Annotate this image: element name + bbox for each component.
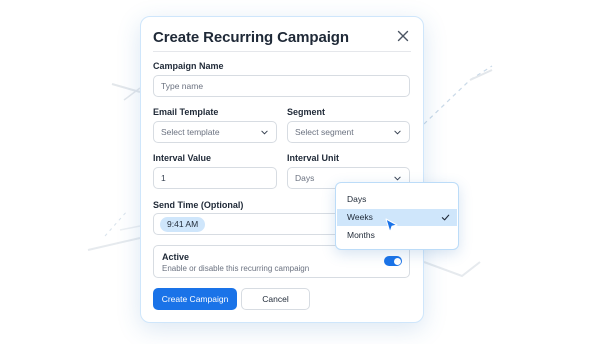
chevron-down-icon: [394, 176, 401, 181]
close-icon[interactable]: [397, 30, 409, 42]
title-divider: [153, 51, 411, 52]
segment-select[interactable]: Select segment: [287, 121, 410, 143]
campaign-name-label: Campaign Name: [153, 61, 224, 71]
dropdown-option-days[interactable]: Days: [337, 191, 457, 208]
modal-title: Create Recurring Campaign: [153, 29, 349, 46]
create-campaign-modal: Create Recurring Campaign Campaign Name …: [140, 16, 424, 323]
toggle-knob: [393, 257, 401, 265]
interval-unit-label: Interval Unit: [287, 153, 340, 163]
interval-unit-dropdown: Days Weeks Months: [335, 182, 459, 250]
chevron-down-icon: [394, 130, 401, 135]
send-time-chip[interactable]: 9:41 AM: [160, 217, 206, 232]
interval-value-label: Interval Value: [153, 153, 212, 163]
segment-placeholder: Select segment: [295, 127, 354, 137]
email-template-select[interactable]: Select template: [153, 121, 277, 143]
dropdown-option-weeks-label: Weeks: [347, 212, 373, 222]
interval-value-input[interactable]: 1: [153, 167, 277, 189]
active-toggle[interactable]: [384, 256, 402, 266]
interval-unit-value: Days: [295, 173, 315, 183]
active-description: Enable or disable this recurring campaig…: [162, 264, 310, 273]
create-campaign-button[interactable]: Create Campaign: [153, 288, 237, 310]
check-icon: [441, 214, 450, 221]
campaign-name-placeholder: Type name: [161, 81, 204, 91]
send-time-label: Send Time (Optional): [153, 200, 244, 210]
chevron-down-icon: [261, 130, 268, 135]
active-title: Active: [162, 252, 190, 262]
mouse-cursor-icon: [385, 218, 398, 233]
cancel-button[interactable]: Cancel: [241, 288, 310, 310]
email-template-label: Email Template: [153, 107, 219, 117]
email-template-placeholder: Select template: [161, 127, 220, 137]
interval-value-text: 1: [161, 173, 166, 183]
segment-label: Segment: [287, 107, 326, 117]
campaign-name-input[interactable]: Type name: [153, 75, 410, 97]
